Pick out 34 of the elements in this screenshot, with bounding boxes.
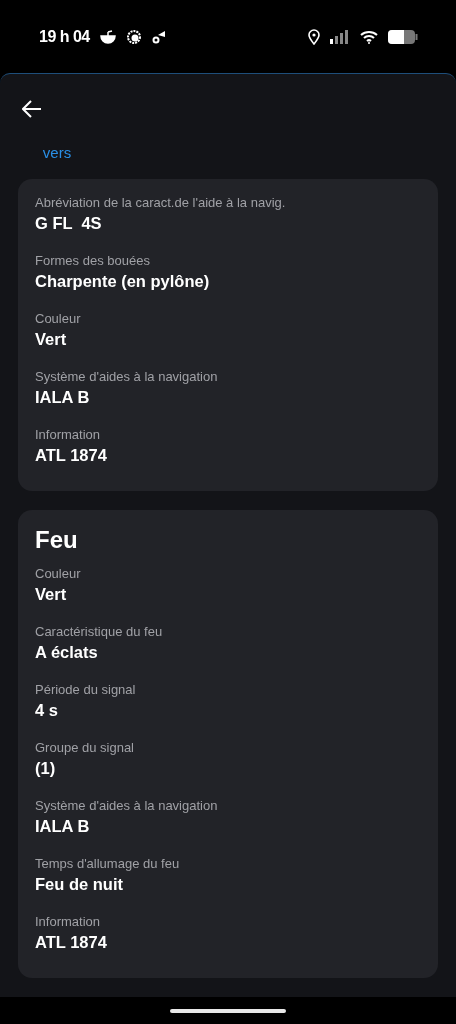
field-value: Charpente (en pylône) [35,272,211,291]
field-value: (1) [35,759,57,778]
field-value: IALA B [35,388,91,407]
field-label: Système d'aides à la navigation [35,369,219,384]
battery-icon [388,28,418,45]
field-value: 4 s [35,701,59,720]
field-label: Système d'aides à la navigation [35,798,219,813]
field-label: Couleur [35,311,82,326]
field-label: Information [35,427,102,442]
field-value: Feu de nuit [35,875,124,894]
field-label: Information [35,914,102,929]
tab[interactable]: vers [18,125,96,179]
field-label: Abréviation de la caract.de l'aide à la navig. [35,195,287,210]
field-label: Période du signal [35,682,137,697]
location-icon [308,28,320,45]
field-value: Vert [35,585,68,604]
field-value: IALA B [35,817,91,836]
field-label: Temps d'allumage du feu [35,856,181,871]
field-value: G FL 4S [35,214,103,233]
field-label: Groupe du signal [35,740,135,755]
field-label: Caractéristique du feu [35,624,164,639]
field-label: Couleur [35,566,82,581]
card-title: Feu [35,526,79,554]
field-label: Formes des bouées [35,253,151,268]
field-value: ATL 1874 [35,446,108,465]
wifi-icon [360,29,378,44]
signal-icon [330,29,350,44]
field-value: A éclats [35,643,99,662]
field-value: Vert [35,330,68,349]
field-value: ATL 1874 [35,933,108,952]
home-indicator[interactable] [170,1008,286,1013]
back-icon[interactable] [22,99,42,118]
clock: 19 h 04 [39,27,90,46]
notification-icon [99,29,116,44]
